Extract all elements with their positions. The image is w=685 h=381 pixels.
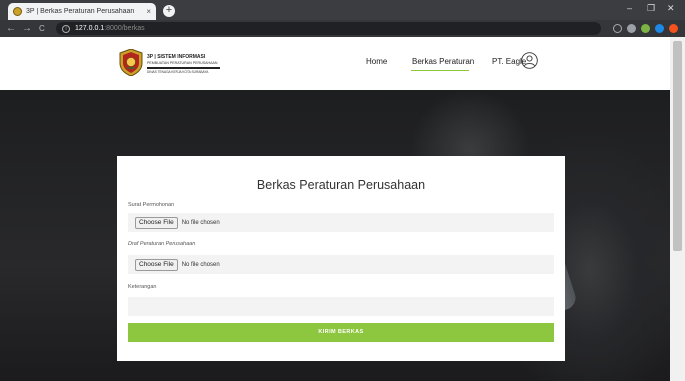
forward-icon[interactable]: →	[22, 22, 32, 35]
back-icon[interactable]: ←	[6, 22, 16, 35]
bookmark-star-icon[interactable]	[627, 24, 636, 33]
surat-choose-file-button[interactable]: Choose File	[135, 216, 178, 229]
user-avatar-icon[interactable]	[521, 52, 538, 69]
site-info-icon[interactable]: i	[62, 24, 70, 33]
reload-icon[interactable]: C	[39, 22, 45, 35]
nav-home[interactable]: Home	[366, 57, 387, 66]
nav-berkas-peraturan[interactable]: Berkas Peraturan	[412, 57, 474, 66]
close-window-icon[interactable]: ✕	[667, 4, 675, 13]
draf-choose-file-button[interactable]: Choose File	[135, 258, 178, 271]
nav-active-underline	[411, 70, 469, 71]
url-host: 127.0.0.1	[75, 25, 105, 32]
browser-tabbar: 3P | Berkas Peraturan Perusahaan × + – ❐…	[0, 0, 685, 20]
site-favicon-icon	[13, 7, 22, 16]
logo-text[interactable]: 3P | SISTEM INFORMASI PEMBUATAN PERATURA…	[147, 54, 222, 74]
logo-agency: DINAS TENAGA KERJA KOTA SURABAYA	[147, 70, 209, 74]
url-path: :8000/berkas	[104, 25, 145, 32]
logo-divider	[147, 67, 220, 69]
extension-icon[interactable]	[641, 24, 650, 33]
extension-blue-icon[interactable]	[655, 24, 664, 33]
new-tab-button[interactable]: +	[163, 5, 175, 17]
keterangan-input[interactable]	[128, 297, 554, 316]
page-scrollbar[interactable]	[670, 37, 685, 381]
draf-peraturan-label: Draf Peraturan Perusahaan	[128, 241, 196, 247]
extension-orange-icon[interactable]	[669, 24, 678, 33]
browser-toolbar: ← → C i 127.0.0.1:8000/berkas	[0, 20, 685, 37]
scrollbar-thumb[interactable]	[673, 41, 682, 251]
surat-no-file-text: No file chosen	[181, 219, 220, 226]
kirim-berkas-button[interactable]: KIRIM BERKAS	[128, 323, 554, 342]
form-title: Berkas Peraturan Perusahaan	[256, 178, 426, 192]
logo-subtitle: PEMBUATAN PERATURAN PERUSAHAAN	[147, 61, 218, 65]
site-header: 3P | SISTEM INFORMASI PEMBUATAN PERATURA…	[0, 37, 670, 90]
upload-form-card: Berkas Peraturan Perusahaan Surat Permoh…	[117, 156, 565, 361]
minimize-icon[interactable]: –	[627, 4, 632, 13]
logo-title: 3P | SISTEM INFORMASI	[147, 54, 206, 60]
keterangan-label: Keterangan	[128, 284, 157, 290]
draf-no-file-text: No file chosen	[181, 261, 220, 268]
surat-permohonan-file-input[interactable]: Choose File No file chosen	[128, 213, 554, 232]
zoom-icon[interactable]	[613, 24, 622, 33]
draf-peraturan-file-input[interactable]: Choose File No file chosen	[128, 255, 554, 274]
tab-close-icon[interactable]: ×	[146, 7, 151, 16]
restore-icon[interactable]: ❐	[647, 4, 655, 13]
tab-title: 3P | Berkas Peraturan Perusahaan	[26, 8, 135, 15]
browser-tab[interactable]: 3P | Berkas Peraturan Perusahaan ×	[8, 3, 156, 20]
address-bar[interactable]: i 127.0.0.1:8000/berkas	[56, 22, 601, 35]
surat-permohonan-label: Surat Permohonan	[128, 202, 175, 208]
logo-emblem-icon[interactable]	[119, 49, 143, 76]
